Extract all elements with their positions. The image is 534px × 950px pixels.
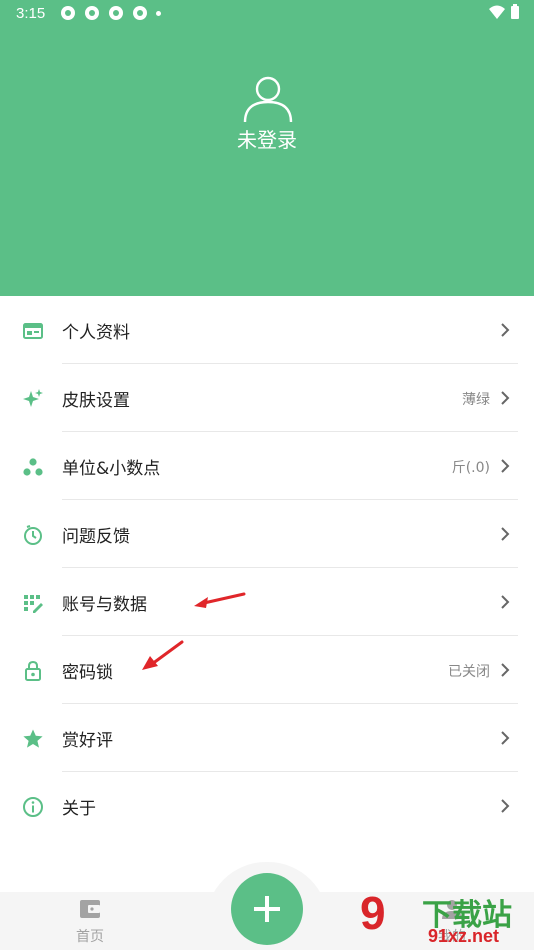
plus-icon <box>254 896 280 922</box>
status-time: 3:15 <box>16 5 46 22</box>
chevron-right-icon <box>501 459 510 473</box>
annotation-arrow-icon <box>142 640 184 670</box>
chevron-right-icon <box>501 391 510 405</box>
chevron-right-icon <box>501 731 510 745</box>
chevron-right-icon <box>501 595 510 609</box>
app-notification-icon <box>85 6 99 20</box>
info-icon <box>23 797 43 817</box>
avatar-icon[interactable] <box>242 72 294 124</box>
system-icons <box>488 4 520 20</box>
menu-item-about[interactable]: 关于 <box>0 772 534 840</box>
menu-item-password-lock[interactable]: 密码锁 已关闭 <box>0 636 534 704</box>
menu-item-rate[interactable]: 赏好评 <box>0 704 534 772</box>
app-notification-icon <box>109 6 123 20</box>
chevron-right-icon <box>501 663 510 677</box>
menu-item-label: 密码锁 <box>62 663 113 683</box>
menu-item-label: 账号与数据 <box>62 595 147 615</box>
menu-item-skin[interactable]: 皮肤设置 薄绿 <box>0 364 534 432</box>
menu-item-profile[interactable]: 个人资料 <box>0 296 534 364</box>
menu-item-label: 关于 <box>62 799 96 819</box>
chevron-right-icon <box>501 323 510 337</box>
dots-grid-edit-icon <box>24 595 43 613</box>
menu-item-units[interactable]: 单位&小数点 斤(.0) <box>0 432 534 500</box>
watermark-number: 9 <box>360 887 386 939</box>
menu-item-value: 已关闭 <box>448 664 490 680</box>
dots-cluster-icon <box>23 458 43 476</box>
sparkle-icon <box>23 389 43 407</box>
menu-item-label: 单位&小数点 <box>62 459 161 479</box>
battery-icon <box>511 4 519 19</box>
add-record-button[interactable] <box>231 873 303 945</box>
wifi-icon <box>489 5 505 19</box>
login-status[interactable]: 未登录 <box>0 124 534 153</box>
menu-item-label: 皮肤设置 <box>62 391 130 411</box>
more-notifications-dot <box>156 11 161 16</box>
annotation-arrow-icon <box>194 592 246 608</box>
menu-item-feedback[interactable]: 问题反馈 <box>0 500 534 568</box>
menu-item-label: 个人资料 <box>62 323 130 343</box>
chevron-right-icon <box>501 527 510 541</box>
star-icon <box>23 729 43 748</box>
app-notification-icon <box>133 6 147 20</box>
menu-item-value: 斤(.0) <box>451 460 490 476</box>
profile-header: 3:15 未登录 <box>0 0 534 296</box>
menu-item-value: 薄绿 <box>462 392 490 408</box>
feedback-timer-icon <box>24 525 42 545</box>
settings-menu: 个人资料 皮肤设置 薄绿 单位&小数点 斤(.0) 问题反馈 账号与数据 密码锁… <box>0 296 534 840</box>
app-notification-icon <box>61 6 75 20</box>
lock-icon <box>25 660 41 681</box>
menu-item-label: 赏好评 <box>62 731 113 751</box>
notification-icons <box>60 5 161 21</box>
profile-card-icon <box>23 323 43 339</box>
nav-home[interactable]: 首页 <box>66 898 114 946</box>
menu-item-label: 问题反馈 <box>62 527 130 547</box>
nav-home-label: 首页 <box>76 929 104 945</box>
status-bar: 3:15 <box>0 0 534 28</box>
chevron-right-icon <box>501 799 510 813</box>
wallet-icon <box>80 900 100 918</box>
watermark-domain: 91xz.net <box>428 926 500 946</box>
menu-item-account-data[interactable]: 账号与数据 <box>0 568 534 636</box>
watermark-logo: 9 下载站 91xz.net <box>360 886 534 950</box>
